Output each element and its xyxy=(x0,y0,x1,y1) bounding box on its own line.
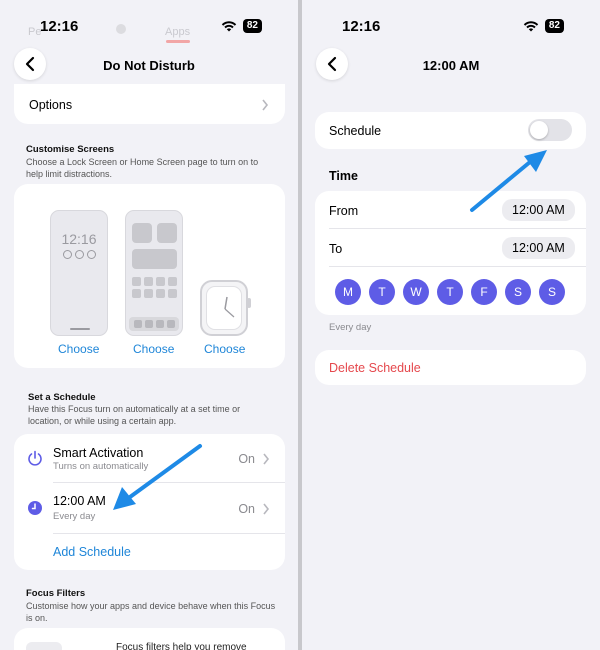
left-screen: 12:16 82 Pe Apps Do Not Disturb Options … xyxy=(0,0,298,650)
annotation-arrow xyxy=(113,444,202,510)
right-screen: 12:16 82 12:00 AM Schedule Time From 12:… xyxy=(302,0,600,650)
annotation-arrow xyxy=(470,150,547,212)
